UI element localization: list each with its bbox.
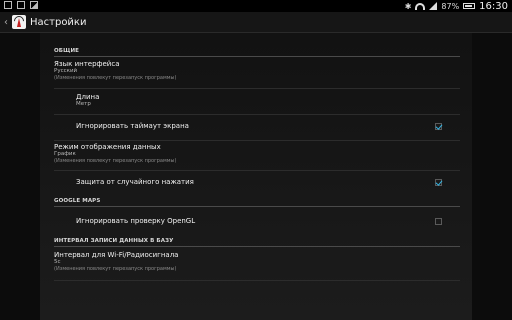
- divider: [54, 280, 460, 281]
- divider: [54, 88, 460, 89]
- signal-icon: [429, 2, 438, 10]
- action-bar: ‹ Настройки: [0, 12, 512, 33]
- notification-icon: [4, 1, 12, 9]
- image-notification-icon: [30, 1, 38, 9]
- setting-note: (Изменения повлекут перезапуск программы…: [54, 158, 177, 164]
- setting-title: Игнорировать проверку OpenGL: [76, 217, 196, 225]
- battery-icon: [463, 3, 476, 9]
- section-header-interval: ИНТЕРВАЛ ЗАПИСИ ДАННЫХ В БАЗУ: [54, 238, 460, 247]
- divider: [54, 114, 460, 115]
- setting-accidental-press[interactable]: Защита от случайного нажатия: [76, 178, 460, 186]
- setting-screen-timeout[interactable]: Игнорировать таймаут экрана: [76, 122, 460, 130]
- section-header-google-maps: GOOGLE MAPS: [54, 198, 460, 207]
- left-margin: [0, 33, 40, 320]
- setting-title: Режим отображения данных: [54, 143, 161, 151]
- screen-timeout-checkbox[interactable]: [435, 123, 442, 130]
- accidental-press-checkbox[interactable]: [435, 179, 442, 186]
- divider: [54, 170, 460, 171]
- setting-value: Русский: [54, 68, 78, 74]
- clock: 16:30: [479, 0, 508, 12]
- setting-length[interactable]: Длина Метр: [76, 93, 460, 108]
- setting-note: (Изменения повлекут перезапуск программы…: [54, 266, 177, 272]
- back-chevron-icon[interactable]: ‹: [1, 17, 11, 28]
- setting-opengl[interactable]: Игнорировать проверку OpenGL: [76, 217, 460, 225]
- app-tower-icon[interactable]: [12, 15, 26, 29]
- notification-icons: [4, 1, 38, 9]
- notification-icon: [17, 1, 25, 9]
- page-title: Настройки: [30, 16, 87, 28]
- divider: [54, 140, 460, 141]
- setting-language[interactable]: Язык интерфейса Русский (Изменения повле…: [54, 60, 460, 82]
- setting-wifi-interval[interactable]: Интервал для Wi-Fi/Радиосигнала 5с (Изме…: [54, 251, 460, 273]
- section-header-general: ОБЩИЕ: [54, 48, 460, 57]
- status-bar: ✱ 87% 16:30: [0, 0, 512, 12]
- setting-value: 5с: [54, 259, 61, 265]
- battery-percent: 87%: [441, 1, 460, 11]
- opengl-checkbox[interactable]: [435, 218, 442, 225]
- setting-title: Язык интерфейса: [54, 60, 120, 68]
- setting-display-mode[interactable]: Режим отображения данных График (Изменен…: [54, 143, 460, 165]
- right-margin: [472, 33, 512, 320]
- setting-title: Длина: [76, 93, 100, 101]
- setting-note: (Изменения повлекут перезапуск программы…: [54, 75, 177, 81]
- setting-title: Интервал для Wi-Fi/Радиосигнала: [54, 251, 179, 259]
- wifi-icon: [415, 2, 426, 10]
- setting-value: Метр: [76, 101, 91, 107]
- settings-list: ОБЩИЕ Язык интерфейса Русский (Изменения…: [40, 33, 472, 320]
- vibrate-icon: ✱: [404, 1, 412, 11]
- system-indicators: ✱ 87% 16:30: [405, 0, 508, 12]
- setting-title: Игнорировать таймаут экрана: [76, 122, 189, 130]
- setting-title: Защита от случайного нажатия: [76, 178, 194, 186]
- setting-value: График: [54, 151, 76, 157]
